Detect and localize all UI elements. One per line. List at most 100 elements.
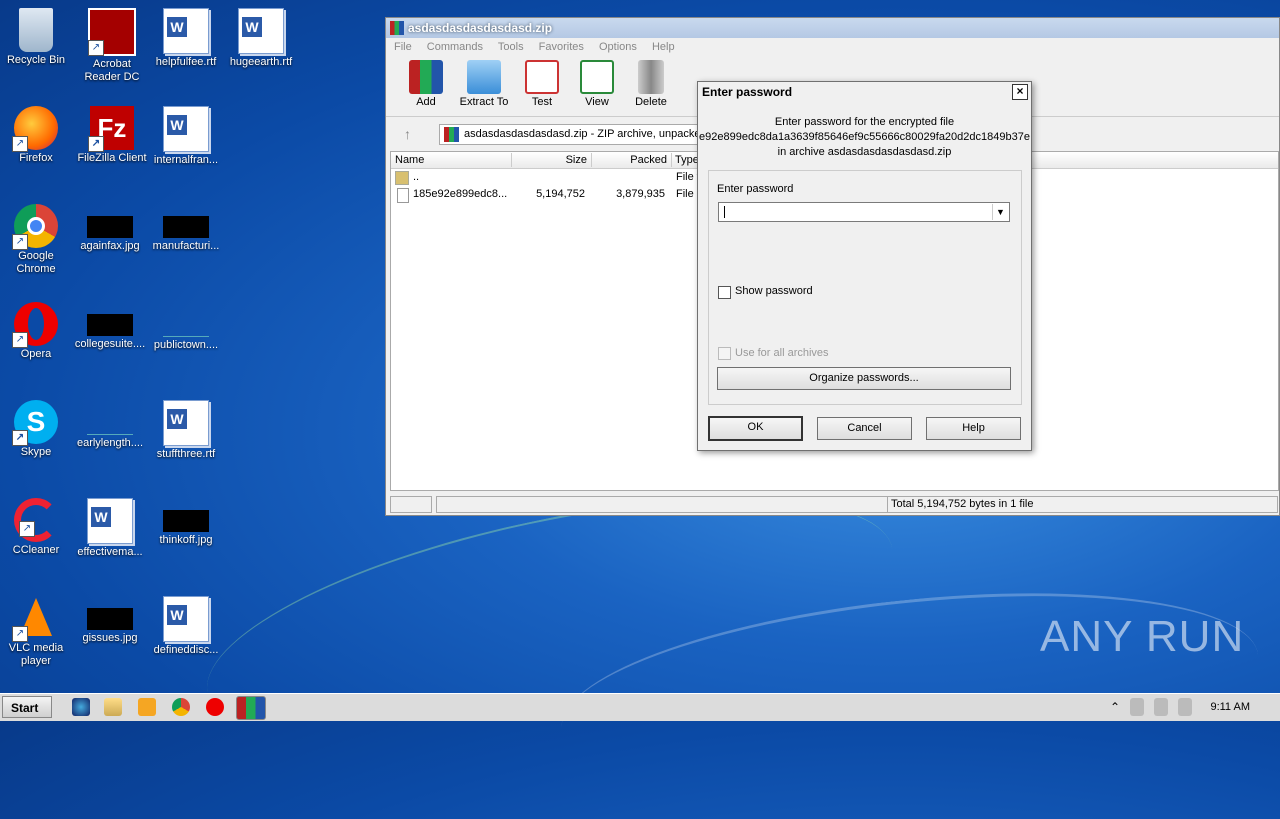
desktop-icon-defineddisc[interactable]: defineddisc... bbox=[150, 596, 222, 657]
word-doc-icon bbox=[163, 596, 209, 642]
cancel-button[interactable]: Cancel bbox=[817, 417, 912, 440]
desktop-icon-manufacturi[interactable]: manufacturi... bbox=[150, 204, 222, 253]
menu-help[interactable]: Help bbox=[652, 41, 675, 53]
menu-file[interactable]: File bbox=[394, 41, 412, 53]
network-icon[interactable] bbox=[1130, 698, 1144, 716]
desktop-icon-gissues[interactable]: gissues.jpg bbox=[74, 596, 146, 645]
view-button[interactable]: View bbox=[569, 60, 625, 108]
image-file-icon bbox=[87, 608, 133, 630]
column-packed[interactable]: Packed bbox=[591, 153, 672, 167]
desktop-icon-publictown[interactable]: publictown.... bbox=[150, 302, 222, 352]
start-button[interactable]: Start bbox=[2, 696, 52, 718]
trash-icon bbox=[638, 60, 664, 94]
chrome-icon: ↗ bbox=[12, 204, 58, 250]
zip-icon bbox=[444, 127, 459, 142]
window-titlebar[interactable]: asdasdasdasdasdasd.zip bbox=[386, 18, 1279, 38]
word-doc-icon bbox=[87, 498, 133, 544]
image-file-icon bbox=[87, 412, 133, 435]
word-doc-icon bbox=[238, 8, 284, 54]
word-doc-icon bbox=[163, 8, 209, 54]
desktop-icon-collegesuite[interactable]: collegesuite.... bbox=[74, 302, 146, 351]
close-icon[interactable]: × bbox=[1012, 84, 1028, 100]
volume-icon[interactable] bbox=[1154, 698, 1168, 716]
acrobat-icon: ↗ bbox=[88, 8, 136, 56]
desktop-icon-acrobat[interactable]: ↗ Acrobat Reader DC bbox=[76, 8, 148, 84]
menu-options[interactable]: Options bbox=[599, 41, 637, 53]
window-title: asdasdasdasdasdasd.zip bbox=[408, 21, 553, 35]
organize-passwords-button[interactable]: Organize passwords... bbox=[717, 367, 1011, 390]
status-bar: Total 5,194,752 bytes in 1 file bbox=[390, 496, 1279, 513]
test-button[interactable]: Test bbox=[514, 60, 570, 108]
vlc-icon: ↗ bbox=[12, 596, 58, 642]
text-caret bbox=[724, 206, 725, 218]
menu-commands[interactable]: Commands bbox=[427, 41, 483, 53]
desktop-icon-helpfulfee[interactable]: helpfulfee.rtf bbox=[150, 8, 222, 69]
image-file-icon bbox=[163, 510, 209, 532]
desktop-icon-stuffthree[interactable]: stuffthree.rtf bbox=[150, 400, 222, 461]
clock[interactable]: 9:11 AM bbox=[1210, 694, 1250, 721]
password-dialog: Enter password × Enter password for the … bbox=[697, 81, 1032, 451]
status-drive-icon bbox=[390, 496, 432, 513]
folder-icon bbox=[467, 60, 501, 94]
flag-icon[interactable] bbox=[1178, 698, 1192, 716]
status-left bbox=[436, 496, 888, 513]
desktop-icon-internalfran[interactable]: internalfran... bbox=[150, 106, 222, 167]
desktop-icon-earlylength[interactable]: earlylength.... bbox=[74, 400, 146, 450]
add-button[interactable]: Add bbox=[398, 60, 454, 108]
desktop-icon-recycle-bin[interactable]: Recycle Bin bbox=[0, 8, 72, 67]
delete-button[interactable]: Delete bbox=[623, 60, 679, 108]
opera-taskbar-icon[interactable] bbox=[206, 698, 224, 716]
desktop-icon-ccleaner[interactable]: ↗ CCleaner bbox=[0, 498, 72, 557]
menubar: File Commands Tools Favorites Options He… bbox=[386, 38, 1279, 56]
winrar-taskbar-icon[interactable] bbox=[236, 696, 266, 720]
desktop-icon-vlc[interactable]: ↗ VLC media player bbox=[0, 596, 72, 668]
desktop-icon-firefox[interactable]: ↗ Firefox bbox=[0, 106, 72, 165]
desktop-icon-skype[interactable]: S ↗ Skype bbox=[0, 400, 72, 459]
help-button[interactable]: Help bbox=[926, 417, 1021, 440]
use-all-archives-checkbox bbox=[718, 347, 731, 360]
word-doc-icon bbox=[163, 400, 209, 446]
column-size[interactable]: Size bbox=[511, 153, 592, 167]
desktop-icon-opera[interactable]: ↗ Opera bbox=[0, 302, 72, 361]
password-input[interactable]: ▼ bbox=[718, 202, 1010, 222]
book-icon bbox=[580, 60, 614, 94]
file-icon bbox=[397, 188, 409, 203]
firefox-icon: ↗ bbox=[12, 106, 58, 152]
media-player-icon[interactable] bbox=[138, 698, 156, 716]
tray-arrow-icon[interactable]: ⌃ bbox=[1110, 698, 1120, 716]
chrome-taskbar-icon[interactable] bbox=[172, 698, 190, 716]
desktop-icon-filezilla[interactable]: Fz ↗ FileZilla Client bbox=[76, 106, 148, 165]
image-file-icon bbox=[163, 314, 209, 337]
taskbar: Start ⌃ 9:11 AM bbox=[0, 693, 1280, 721]
show-password-checkbox[interactable] bbox=[718, 286, 731, 299]
column-name[interactable]: Name bbox=[391, 153, 512, 167]
desktop-icon-chrome[interactable]: ↗ Google Chrome bbox=[0, 204, 72, 276]
desktop-icon-hugeearth[interactable]: hugeearth.rtf bbox=[225, 8, 297, 69]
image-file-icon bbox=[87, 216, 133, 238]
explorer-icon[interactable] bbox=[104, 698, 122, 716]
up-arrow-icon[interactable]: ↑ bbox=[404, 126, 411, 142]
winrar-app-icon bbox=[390, 21, 404, 35]
skype-icon: S ↗ bbox=[12, 400, 58, 446]
menu-tools[interactable]: Tools bbox=[498, 41, 524, 53]
dialog-titlebar[interactable]: Enter password × bbox=[698, 82, 1031, 102]
opera-icon: ↗ bbox=[12, 302, 58, 348]
password-label: Enter password bbox=[717, 183, 794, 195]
menu-favorites[interactable]: Favorites bbox=[539, 41, 584, 53]
chevron-down-icon[interactable]: ▼ bbox=[992, 204, 1008, 220]
ok-button[interactable]: OK bbox=[708, 416, 803, 441]
desktop-icon-thinkoff[interactable]: thinkoff.jpg bbox=[150, 498, 222, 547]
dialog-title: Enter password bbox=[702, 85, 793, 99]
use-all-archives-label: Use for all archives bbox=[735, 347, 829, 359]
show-password-label[interactable]: Show password bbox=[735, 285, 813, 297]
filezilla-icon: Fz ↗ bbox=[88, 106, 134, 152]
dialog-message: Enter password for the encrypted file e9… bbox=[699, 116, 1030, 158]
status-text: Total 5,194,752 bytes in 1 file bbox=[887, 496, 1278, 513]
password-group: Enter password ▼ Show password Use for a… bbox=[708, 170, 1022, 405]
image-file-icon bbox=[87, 314, 133, 336]
recycle-bin-icon bbox=[19, 8, 53, 52]
extract-to-button[interactable]: Extract To bbox=[456, 60, 512, 108]
ie-icon[interactable] bbox=[72, 698, 90, 716]
desktop-icon-againfax[interactable]: againfax.jpg bbox=[74, 204, 146, 253]
desktop-icon-effectivema[interactable]: effectivema... bbox=[74, 498, 146, 559]
